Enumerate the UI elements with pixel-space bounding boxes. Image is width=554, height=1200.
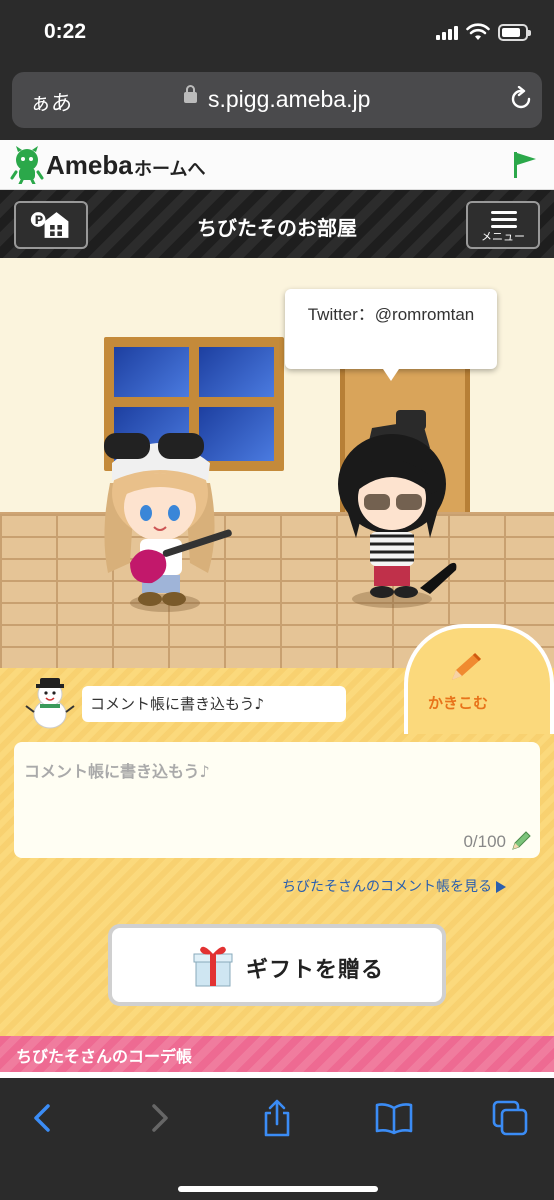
menu-button[interactable]: メニュー [466, 201, 540, 249]
edit-pencil-icon [512, 831, 531, 850]
menu-label: メニュー [481, 230, 525, 243]
arrow-right-icon [496, 881, 506, 893]
flag-icon[interactable] [512, 150, 538, 180]
status-time: 0:22 [44, 20, 87, 43]
browser-toolbar [0, 1078, 554, 1200]
status-bar: 0:22 [0, 0, 554, 66]
view-comment-book-link[interactable]: ちびたそさんのコメント帳を見る [282, 876, 506, 896]
home-link[interactable]: ホームへ [134, 155, 205, 181]
forward-icon [152, 1104, 168, 1132]
pencil-icon[interactable] [444, 650, 484, 686]
comment-input[interactable]: コメント帳に書き込もう♪ 0/100 [14, 742, 540, 858]
lock-icon [184, 85, 197, 103]
browser-address-area: ぁあ s.pigg.ameba.jp [0, 66, 554, 140]
comment-placeholder: コメント帳に書き込もう♪ [24, 762, 210, 781]
speech-bubble: Twitter：@romromtan [285, 289, 497, 381]
char-counter: 0/100 [463, 832, 506, 851]
room-scene[interactable]: Twitter：@romromtan [0, 258, 554, 668]
bookmarks-icon[interactable] [374, 1098, 414, 1138]
gift-box-icon [193, 946, 233, 987]
reload-icon[interactable] [508, 86, 534, 112]
wifi-icon [466, 23, 490, 40]
battery-icon [498, 24, 531, 41]
ameba-logo[interactable]: Ameba [46, 150, 133, 181]
room-title-bar: P ちびたそのお部屋 メニュー [0, 190, 554, 258]
write-button[interactable]: かきこむ [428, 692, 488, 713]
coordinate-book-title: ちびたそさんのコーデ帳 [16, 1047, 193, 1066]
tabs-icon[interactable] [490, 1098, 530, 1138]
avatar-black-hair[interactable] [326, 398, 466, 598]
snowman-mascot-icon [25, 678, 75, 729]
coordinate-book-header[interactable]: ちびたそさんのコーデ帳 [0, 1036, 554, 1072]
share-icon[interactable] [257, 1098, 297, 1138]
view-comment-book-label: ちびたそさんのコメント帳を見る [282, 879, 492, 895]
back-icon[interactable] [22, 1098, 62, 1138]
address-bar[interactable]: ぁあ s.pigg.ameba.jp [12, 72, 542, 128]
text-size-button[interactable]: ぁあ [30, 87, 72, 117]
gift-button-label: ギフトを贈る [246, 958, 385, 983]
url-text[interactable]: s.pigg.ameba.jp [208, 86, 370, 113]
ameba-header: Ameba ホームへ [0, 140, 554, 190]
gift-button[interactable]: ギフトを贈る [108, 924, 446, 1006]
comment-hint: コメント帳に書き込もう♪ [82, 686, 346, 722]
cellular-signal-icon [436, 26, 458, 40]
ameba-mascot-icon[interactable] [10, 146, 44, 184]
avatar-girl-guitar[interactable] [90, 423, 240, 613]
home-indicator [178, 1186, 378, 1192]
